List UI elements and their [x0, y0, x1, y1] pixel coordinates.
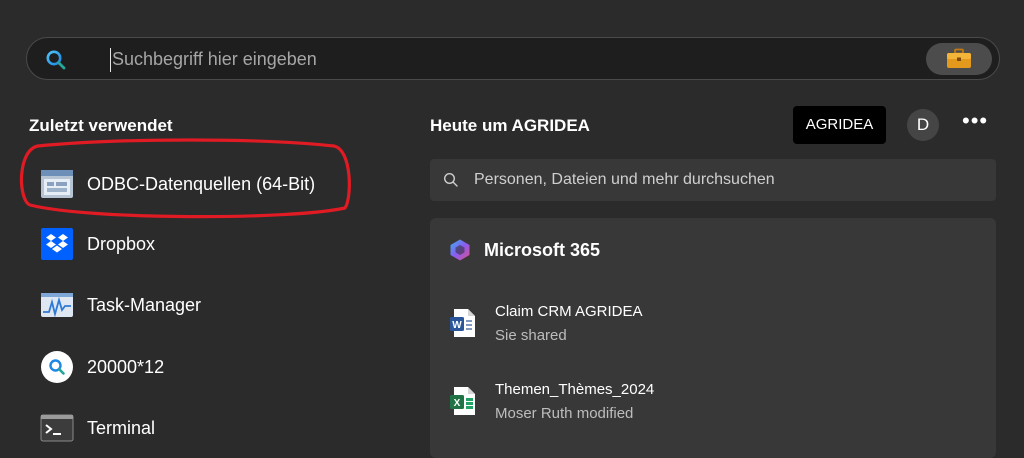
recent-item-dropbox[interactable]: Dropbox — [30, 219, 370, 269]
microsoft-365-icon — [450, 239, 470, 261]
briefcase-icon — [947, 48, 971, 68]
work-briefcase-button[interactable] — [926, 43, 992, 75]
people-search-box[interactable]: Personen, Dateien und mehr durchsuchen — [430, 159, 996, 201]
file-name: Claim CRM AGRIDEA — [495, 303, 643, 320]
recent-item-label: Dropbox — [87, 234, 156, 254]
odbc-icon — [41, 170, 73, 198]
m365-file-item[interactable]: X Themen_Thèmes_2024 Moser Ruth modified — [430, 372, 996, 432]
org-switch-button[interactable]: AGRIDEA — [793, 106, 886, 144]
recent-section-title: Zuletzt verwendet — [29, 116, 173, 135]
more-options-button[interactable]: ••• — [962, 110, 988, 138]
search-result-icon — [41, 351, 73, 383]
file-name: Themen_Thèmes_2024 — [495, 381, 655, 398]
recent-item-label: Task-Manager — [87, 295, 202, 315]
file-activity: Moser Ruth modified — [495, 405, 634, 422]
recent-item-search-result[interactable]: 20000*12 — [30, 342, 370, 392]
terminal-icon — [40, 414, 74, 442]
search-icon — [46, 50, 66, 70]
recent-item-odbc[interactable]: ODBC-Datenquellen (64-Bit) — [30, 159, 370, 209]
excel-icon: X — [450, 387, 475, 415]
text-caret — [110, 48, 111, 72]
file-activity: Sie shared — [495, 327, 567, 344]
people-search-placeholder: Personen, Dateien und mehr durchsuchen — [474, 171, 775, 188]
m365-file-item[interactable]: W Claim CRM AGRIDEA Sie shared — [430, 294, 996, 354]
word-icon: W — [450, 309, 475, 337]
dropbox-icon — [41, 228, 73, 260]
svg-text:W: W — [452, 320, 462, 331]
task-manager-icon — [41, 293, 73, 318]
avatar[interactable]: D — [907, 109, 939, 141]
search-input[interactable] — [112, 38, 812, 81]
m365-title: Microsoft 365 — [484, 240, 601, 260]
recent-item-label: 20000*12 — [87, 357, 165, 377]
recent-item-task-manager[interactable]: Task-Manager — [30, 280, 370, 330]
recent-item-label: Terminal — [87, 418, 156, 438]
start-search-bar[interactable] — [26, 37, 1000, 81]
m365-panel: Microsoft 365 W Claim CRM AGRIDEA Sie sh… — [430, 218, 996, 458]
today-section-title: Heute um AGRIDEA — [430, 116, 590, 135]
recent-item-label: ODBC-Datenquellen (64-Bit) — [87, 174, 316, 194]
svg-text:X: X — [454, 398, 461, 409]
recent-item-terminal[interactable]: Terminal — [30, 403, 370, 453]
search-icon — [443, 172, 458, 187]
